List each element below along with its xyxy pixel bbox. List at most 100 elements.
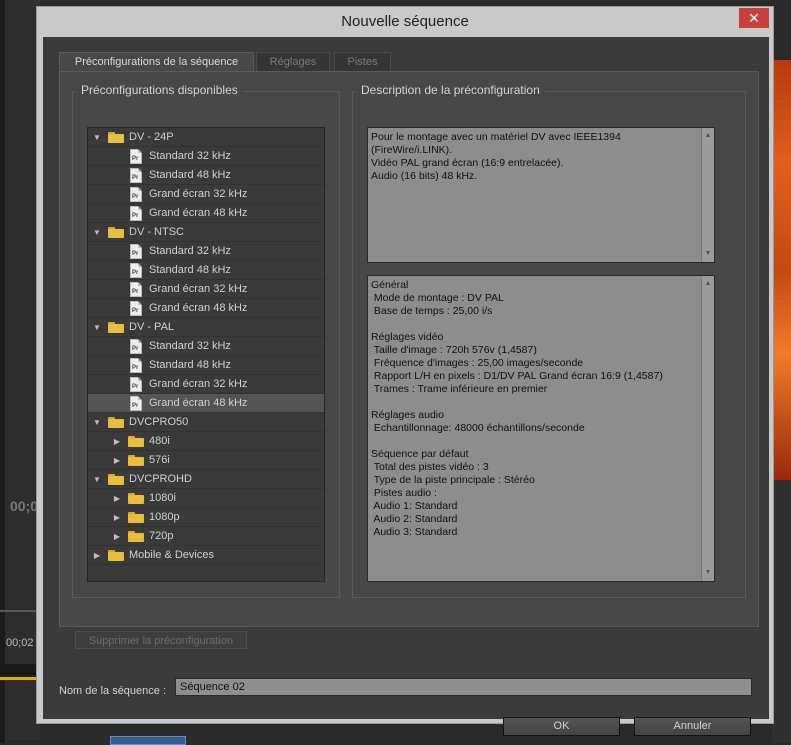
tree-folder-row[interactable]: ▼ DV - NTSC <box>88 223 324 242</box>
tree-item-label: Standard 32 kHz <box>149 245 231 257</box>
tree-item-label: 576i <box>149 454 170 466</box>
expand-arrow-icon[interactable]: ▼ <box>92 470 102 489</box>
expand-arrow-icon[interactable]: ▼ <box>92 223 102 242</box>
tree-item-label: 1080i <box>149 492 176 504</box>
tree-item-label: Standard 48 kHz <box>149 359 231 371</box>
tab-tracks[interactable]: Pistes <box>334 52 391 71</box>
tree-folder-row[interactable]: ▶ Mobile & Devices <box>88 546 324 565</box>
tree-preset-row[interactable]: Pr Standard 48 kHz <box>88 356 324 375</box>
tree-item-label: Standard 48 kHz <box>149 264 231 276</box>
description-scrollbar[interactable]: ▲ ▼ <box>701 128 714 262</box>
collapse-arrow-icon[interactable]: ▶ <box>112 451 122 470</box>
preset-file-icon: Pr <box>130 301 142 316</box>
scroll-up-icon[interactable]: ▲ <box>702 278 714 290</box>
preset-file-icon: Pr <box>130 206 142 221</box>
tree-item-label: Grand écran 32 kHz <box>149 283 248 295</box>
tree-item-label: DV - 24P <box>129 131 174 143</box>
tree-folder-row[interactable]: ▶ 1080i <box>88 489 324 508</box>
background-panel-right <box>772 480 791 743</box>
tree-item-label: 720p <box>149 530 174 542</box>
background-strip <box>0 0 5 743</box>
tree-item-label: Grand écran 48 kHz <box>149 397 248 409</box>
tab-presets[interactable]: Préconfigurations de la séquence <box>59 52 254 71</box>
cancel-button[interactable]: Annuler <box>634 717 751 736</box>
new-sequence-dialog: Nouvelle séquence ✕ Préconfigurations de… <box>36 6 774 736</box>
preset-description-group: Description de la préconfiguration Pour … <box>352 83 746 598</box>
folder-icon <box>128 512 144 523</box>
tree-preset-row[interactable]: Pr Standard 32 kHz <box>88 337 324 356</box>
delete-preset-button[interactable]: Supprimer la préconfiguration <box>75 631 247 649</box>
expand-arrow-icon[interactable]: ▼ <box>92 318 102 337</box>
tab-settings[interactable]: Réglages <box>256 52 330 71</box>
tree-item-label: Grand écran 32 kHz <box>149 188 248 200</box>
tree-item-label: Grand écran 48 kHz <box>149 207 248 219</box>
tree-preset-row[interactable]: Pr Standard 48 kHz <box>88 261 324 280</box>
preset-file-icon: Pr <box>130 263 142 278</box>
scroll-up-icon[interactable]: ▲ <box>702 130 714 142</box>
tree-item-label: Standard 32 kHz <box>149 150 231 162</box>
details-scrollbar[interactable]: ▲ ▼ <box>701 276 714 581</box>
sequence-name-input[interactable]: Séquence 02 <box>175 678 752 696</box>
tree-folder-row[interactable]: ▼ DV - PAL <box>88 318 324 337</box>
tree-preset-row[interactable]: Pr Grand écran 32 kHz <box>88 375 324 394</box>
background-work-area-bar <box>0 677 40 680</box>
close-icon: ✕ <box>748 10 760 26</box>
tree-preset-row[interactable]: Pr Standard 48 kHz <box>88 166 324 185</box>
available-presets-heading: Préconfigurations disponibles <box>76 83 243 97</box>
tree-preset-row[interactable]: Pr Grand écran 48 kHz <box>88 299 324 318</box>
scroll-down-icon[interactable]: ▼ <box>702 567 714 579</box>
presets-tree[interactable]: ▼ DV - 24P Pr Standard 32 kHz Pr Standard 48 … <box>87 127 325 582</box>
preset-file-icon: Pr <box>130 244 142 259</box>
collapse-arrow-icon[interactable]: ▶ <box>112 489 122 508</box>
collapse-arrow-icon[interactable]: ▶ <box>112 508 122 527</box>
dialog-body: Préconfigurations de la séquence Réglage… <box>43 37 769 736</box>
collapse-arrow-icon[interactable]: ▶ <box>92 546 102 565</box>
tree-preset-row[interactable]: Pr Grand écran 32 kHz <box>88 185 324 204</box>
folder-icon <box>108 322 124 333</box>
background-divider <box>0 610 40 612</box>
preset-file-icon: Pr <box>130 149 142 164</box>
tree-preset-row[interactable]: Pr Grand écran 32 kHz <box>88 280 324 299</box>
folder-icon <box>108 550 124 561</box>
background-panel-left: 00;0 00;02 <box>0 0 40 743</box>
collapse-arrow-icon[interactable]: ▶ <box>112 527 122 546</box>
preset-file-icon: Pr <box>130 396 142 411</box>
folder-icon <box>108 132 124 143</box>
preset-file-icon: Pr <box>130 339 142 354</box>
tree-folder-row[interactable]: ▶ 576i <box>88 451 324 470</box>
ok-button[interactable]: OK <box>503 717 620 736</box>
tree-folder-row[interactable]: ▶ 480i <box>88 432 324 451</box>
tree-preset-row[interactable]: Pr Standard 32 kHz <box>88 147 324 166</box>
tree-item-label: Standard 32 kHz <box>149 340 231 352</box>
close-button[interactable]: ✕ <box>739 8 769 28</box>
collapse-arrow-icon[interactable]: ▶ <box>112 432 122 451</box>
folder-icon <box>108 227 124 238</box>
scroll-down-icon[interactable]: ▼ <box>702 248 714 260</box>
tree-folder-row[interactable]: ▼ DV - 24P <box>88 128 324 147</box>
preset-details-text: Général Mode de montage : DV PAL Base de… <box>371 279 663 538</box>
preset-details-box: Général Mode de montage : DV PAL Base de… <box>367 275 715 582</box>
tree-folder-row[interactable]: ▶ 720p <box>88 527 324 546</box>
tree-preset-row[interactable]: Pr Grand écran 48 kHz <box>88 394 324 413</box>
preset-description-heading: Description de la préconfiguration <box>356 83 545 97</box>
dialog-title: Nouvelle séquence <box>341 13 469 30</box>
sequence-name-label: Nom de la séquence : <box>59 685 167 697</box>
preset-file-icon: Pr <box>130 377 142 392</box>
tree-folder-row[interactable]: ▼ DVCPRO50 <box>88 413 324 432</box>
folder-icon <box>128 493 144 504</box>
tree-preset-row[interactable]: Pr Grand écran 48 kHz <box>88 204 324 223</box>
expand-arrow-icon[interactable]: ▼ <box>92 413 102 432</box>
expand-arrow-icon[interactable]: ▼ <box>92 128 102 147</box>
tree-folder-row[interactable]: ▼ DVCPROHD <box>88 470 324 489</box>
folder-icon <box>108 417 124 428</box>
tree-folder-row[interactable]: ▶ 1080p <box>88 508 324 527</box>
background-timecode-small: 00;02 <box>6 637 34 649</box>
preset-file-icon: Pr <box>130 358 142 373</box>
background-timeline-clip <box>110 736 186 745</box>
tree-preset-row[interactable]: Pr Standard 32 kHz <box>88 242 324 261</box>
preset-description-text: Pour le montage avec un matériel DV avec… <box>371 131 621 182</box>
tree-item-label: Mobile & Devices <box>129 549 214 561</box>
tree-item-label: DVCPRO50 <box>129 416 189 428</box>
tree-item-label: Grand écran 48 kHz <box>149 302 248 314</box>
folder-icon <box>128 436 144 447</box>
